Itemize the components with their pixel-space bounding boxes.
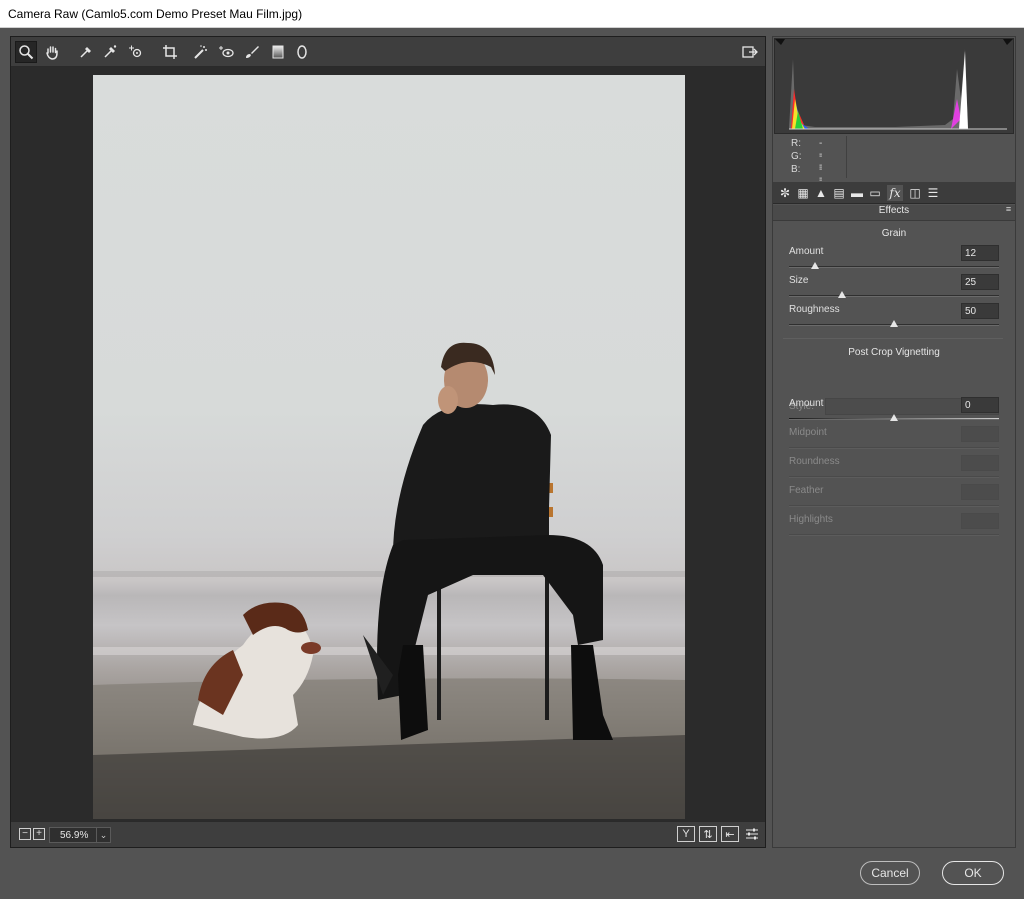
grain-section-title: Grain (881, 228, 907, 239)
cancel-button[interactable]: Cancel (860, 861, 920, 885)
adjustment-panel: R:--- G:--- B:--- ✼ ▦ ▲ ▤ ▬ ▭ fx ◫ ☰ Eff… (772, 36, 1016, 848)
vignette-midpoint-input (961, 426, 999, 442)
vignette-roundness-track (789, 476, 999, 478)
swap-settings-icon[interactable]: ⇅ (699, 826, 717, 842)
tone-curve-tab-icon[interactable]: ▦ (795, 185, 811, 201)
vignette-midpoint-label: Midpoint (789, 427, 827, 438)
color-sampler-tool-icon[interactable] (99, 41, 121, 63)
red-eye-tool-icon[interactable] (215, 41, 237, 63)
grain-amount-track[interactable] (789, 266, 999, 268)
vignette-feather-control: Feather (789, 484, 999, 512)
presets-tab-icon[interactable]: ☰ (925, 185, 941, 201)
grain-size-control: Size 25 (789, 274, 999, 302)
vignette-feather-track (789, 505, 999, 507)
grain-amount-slider-thumb[interactable] (811, 262, 819, 269)
vignette-midpoint-track (789, 447, 999, 449)
basic-tab-icon[interactable]: ✼ (777, 185, 793, 201)
zoom-level-value: 56.9% (60, 830, 89, 841)
b-label: B: (791, 164, 801, 175)
lens-corrections-tab-icon[interactable]: ▭ (867, 185, 883, 201)
rgb-readout: R:--- G:--- B:--- (774, 136, 1014, 197)
grain-amount-control: Amount 12 (789, 245, 999, 273)
hsl-tab-icon[interactable]: ▤ (831, 185, 847, 201)
preview-area: − + 56.9% ⌄ Y ⇅ ⇤ (10, 36, 766, 848)
before-after-toggle-icon[interactable]: Y (677, 826, 695, 842)
grain-roughness-slider-thumb[interactable] (890, 320, 898, 327)
tool-bar (11, 37, 765, 67)
vignette-amount-input[interactable]: 0 (961, 397, 999, 413)
white-balance-tool-icon[interactable] (75, 41, 97, 63)
title-bar: Camera Raw (Camlo5.com Demo Preset Mau F… (0, 0, 1024, 28)
grain-size-label: Size (789, 275, 809, 286)
zoom-tool-icon[interactable] (15, 41, 37, 63)
chevron-down-icon: ⌄ (96, 828, 110, 842)
camera-calibration-tab-icon[interactable]: ◫ (907, 185, 923, 201)
open-preferences-icon[interactable] (739, 41, 761, 63)
rgb-separator (846, 136, 847, 178)
grain-size-slider-thumb[interactable] (838, 291, 846, 298)
grain-size-track[interactable] (789, 295, 999, 297)
radial-filter-tool-icon[interactable] (291, 41, 313, 63)
grain-amount-input[interactable]: 12 (961, 245, 999, 261)
grain-roughness-control: Roughness 50 (789, 303, 999, 331)
window-title: Camera Raw (Camlo5.com Demo Preset Mau F… (8, 7, 303, 21)
vignette-feather-input (961, 484, 999, 500)
ok-button[interactable]: OK (942, 861, 1004, 885)
panel-menu-icon[interactable]: ≡ (1004, 205, 1013, 217)
grain-amount-label: Amount (789, 246, 824, 257)
vignette-highlights-input (961, 513, 999, 529)
vignette-highlights-label: Highlights (789, 514, 833, 525)
zoom-in-button[interactable]: + (33, 828, 45, 840)
vignette-roundness-input (961, 455, 999, 471)
section-divider (783, 338, 1003, 339)
hand-tool-icon[interactable] (41, 41, 63, 63)
grain-roughness-label: Roughness (789, 304, 840, 315)
grain-roughness-input[interactable]: 50 (961, 303, 999, 319)
split-toning-tab-icon[interactable]: ▬ (849, 185, 865, 201)
vignetting-section-title: Post Crop Vignetting (848, 347, 940, 358)
vignette-midpoint-control: Midpoint (789, 426, 999, 454)
camera-raw-dialog: − + 56.9% ⌄ Y ⇅ ⇤ R: --- G: --- B: -- ✼ … (0, 28, 1024, 899)
vignette-roundness-control: Roundness (789, 455, 999, 483)
grain-size-input[interactable]: 25 (961, 274, 999, 290)
panel-tabs: ✼ ▦ ▲ ▤ ▬ ▭ fx ◫ ☰ (773, 182, 1015, 204)
effects-tab-icon[interactable]: fx (887, 185, 903, 201)
zoom-out-button[interactable]: − (19, 828, 31, 840)
r-label: R: (791, 138, 801, 149)
spot-removal-tool-icon[interactable] (189, 41, 211, 63)
adjustment-brush-tool-icon[interactable] (241, 41, 263, 63)
vignette-amount-label: Amount (789, 398, 824, 409)
vignette-amount-control: Amount 0 (789, 397, 999, 425)
toggle-default-icon[interactable] (743, 826, 761, 842)
histogram (774, 38, 1014, 134)
g-label: G: (791, 151, 802, 162)
zoom-level-select[interactable]: 56.9% ⌄ (49, 827, 111, 843)
status-bar: − + 56.9% ⌄ Y ⇅ ⇤ (11, 821, 765, 847)
vignette-highlights-control: Highlights (789, 513, 999, 541)
panel-title-text: Effects (878, 205, 910, 216)
vignette-amount-slider-thumb[interactable] (890, 414, 898, 421)
graduated-filter-tool-icon[interactable] (267, 41, 289, 63)
image-canvas[interactable] (11, 68, 765, 820)
vignette-feather-label: Feather (789, 485, 824, 496)
targeted-adjustment-tool-icon[interactable] (125, 41, 147, 63)
panel-title: Effects ≡ (773, 205, 1015, 221)
crop-tool-icon[interactable] (159, 41, 181, 63)
vignette-roundness-label: Roundness (789, 456, 840, 467)
copy-settings-icon[interactable]: ⇤ (721, 826, 739, 842)
vignette-highlights-track (789, 534, 999, 536)
photo-preview (93, 75, 685, 819)
detail-tab-icon[interactable]: ▲ (813, 185, 829, 201)
